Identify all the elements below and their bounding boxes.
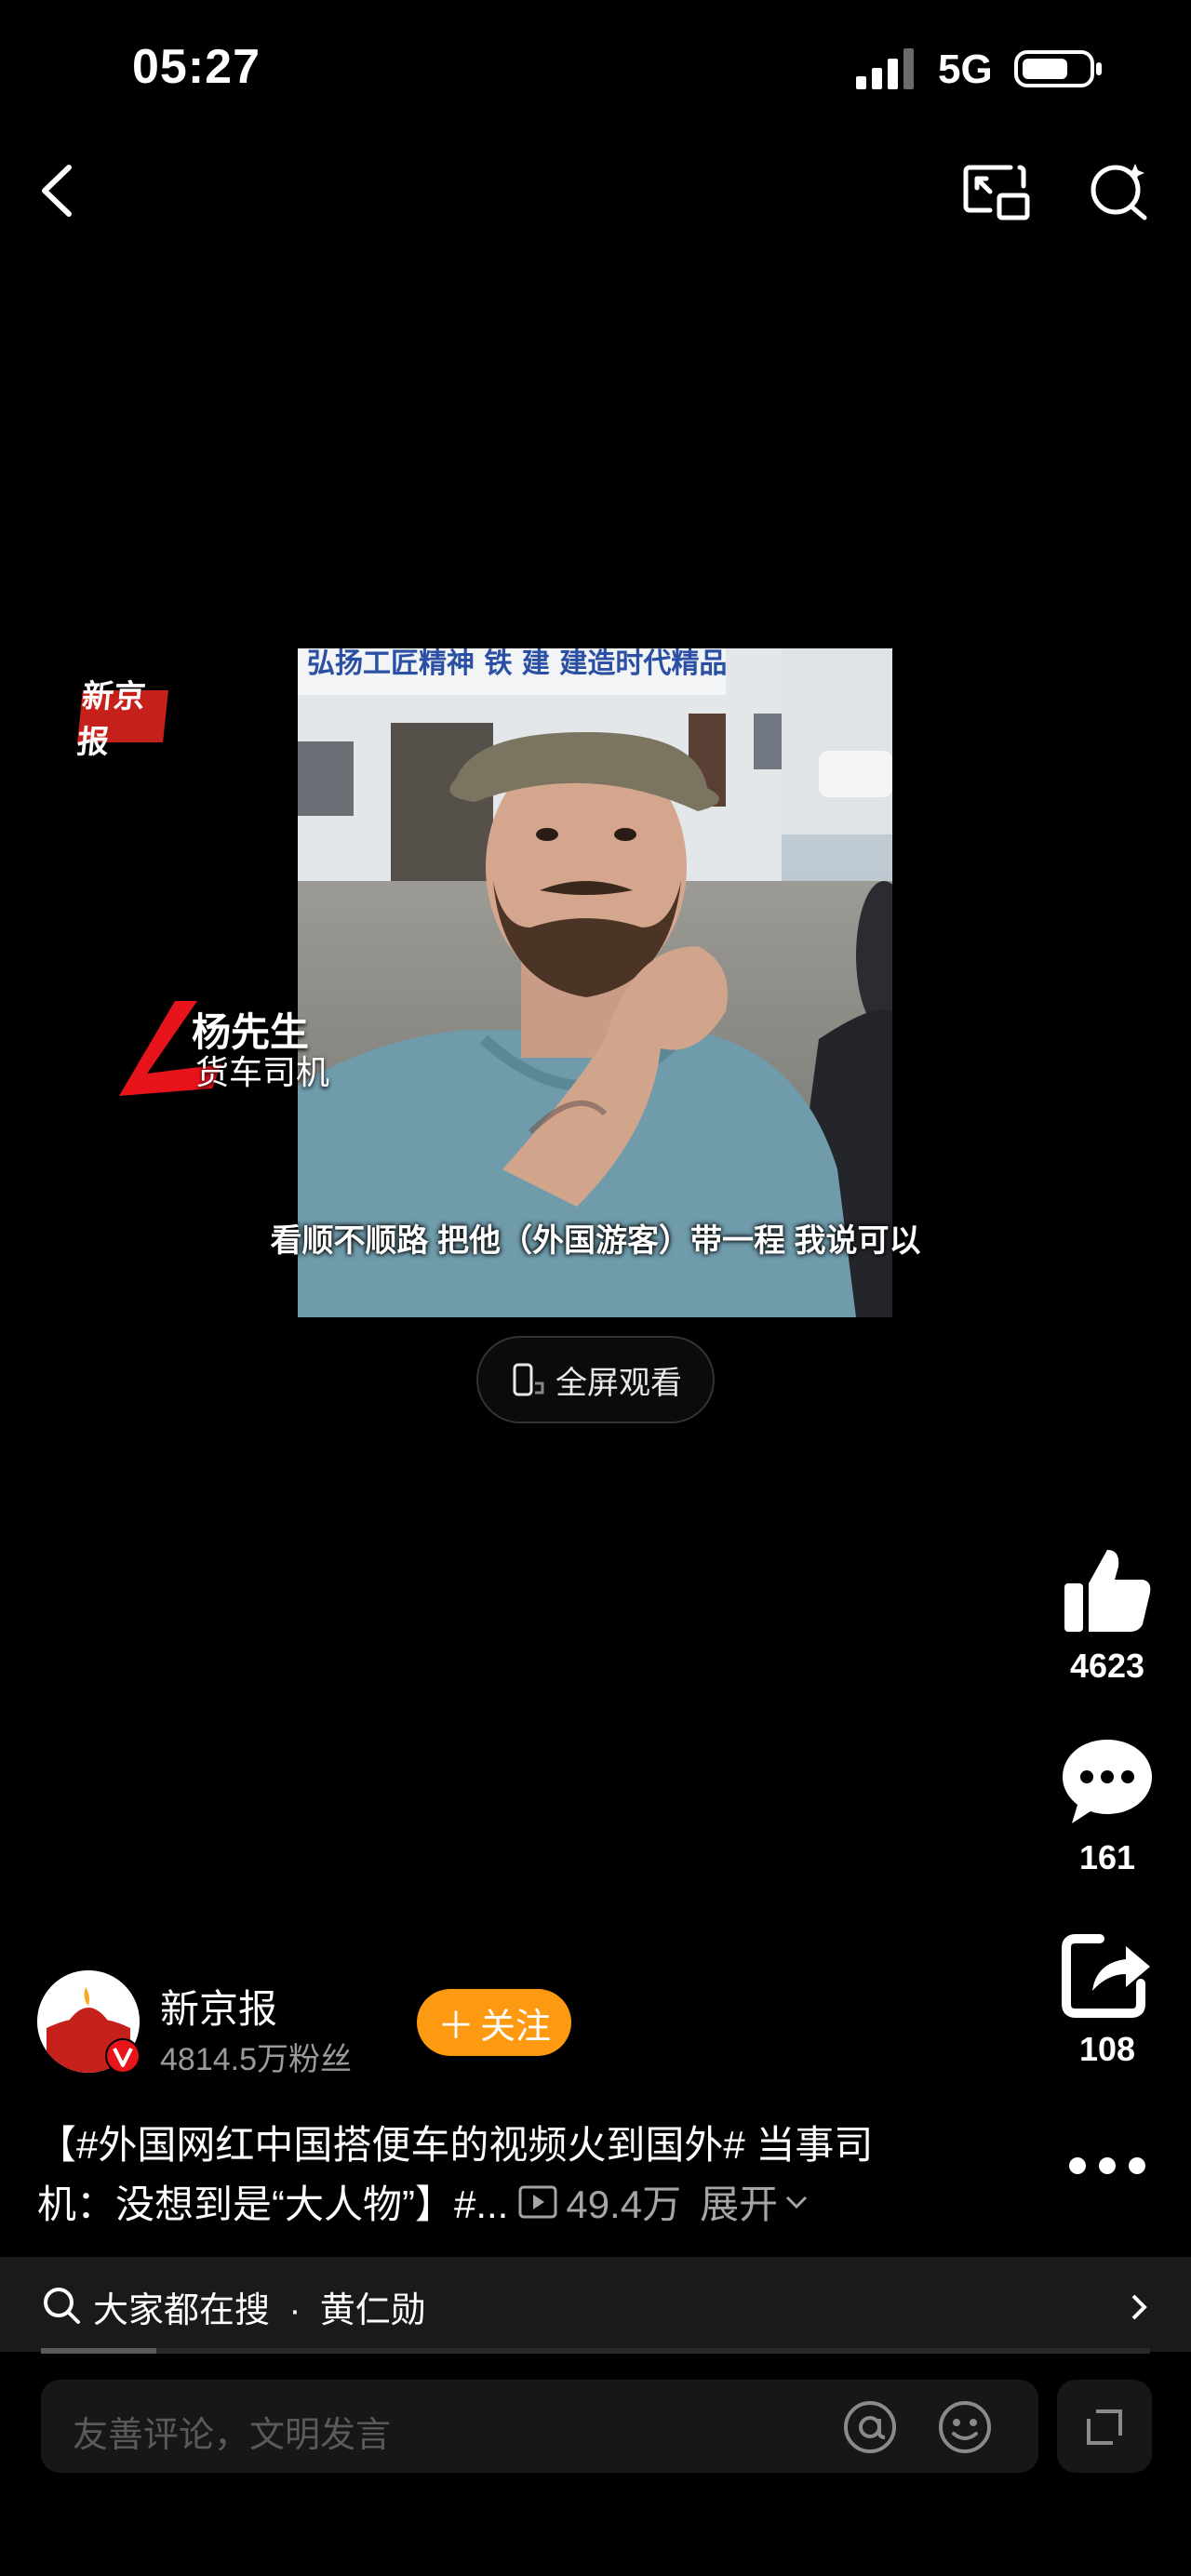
author-followers: 4814.5万粉丝 bbox=[160, 2042, 352, 2077]
comment-count: 161 bbox=[1078, 1838, 1136, 1876]
more-icon[interactable] bbox=[1068, 2155, 1146, 2177]
plus-icon: ＋ bbox=[436, 2006, 475, 2047]
play-count: 49.4万 bbox=[566, 2182, 682, 2226]
back-icon[interactable] bbox=[33, 158, 86, 223]
search-icon[interactable] bbox=[1087, 158, 1152, 223]
rotate-phone-icon bbox=[513, 1363, 544, 1396]
video-subtitle: 看顺不顺路 把他（外国游客）带一程 我说可以 bbox=[270, 1223, 921, 1259]
at-icon[interactable] bbox=[841, 2398, 899, 2456]
hot-search-progress-track bbox=[41, 2348, 1150, 2354]
expand-icon bbox=[1087, 2409, 1122, 2445]
news-logo-badge: 新京报 bbox=[75, 678, 168, 761]
like-count: 4623 bbox=[1069, 1647, 1145, 1685]
hot-search-prefix: 大家都在搜 bbox=[93, 2291, 271, 2330]
signal-icon bbox=[856, 48, 914, 89]
chevron-down-icon bbox=[786, 2196, 808, 2209]
play-count-icon bbox=[518, 2185, 557, 2218]
background-banner-text: 弘扬工匠精神 铁 建 建造时代精品 bbox=[307, 648, 727, 680]
hot-search-progress bbox=[41, 2348, 156, 2354]
share-count: 108 bbox=[1078, 2030, 1136, 2068]
emoji-icon[interactable] bbox=[936, 2398, 994, 2456]
pip-icon[interactable] bbox=[962, 158, 1033, 223]
status-time: 05:27 bbox=[132, 40, 261, 94]
share-icon[interactable] bbox=[1059, 1926, 1156, 2022]
expand-description-button[interactable]: 展开 bbox=[700, 2173, 778, 2230]
fullscreen-button[interactable]: 全屏观看 bbox=[476, 1336, 715, 1423]
hot-search-text[interactable]: 大家都在搜 · 黄仁勋 bbox=[93, 2281, 426, 2332]
comment-input-placeholder[interactable]: 友善评论，文明发言 bbox=[73, 2406, 391, 2457]
battery-icon bbox=[1014, 50, 1102, 87]
follow-button[interactable]: ＋ 关注 bbox=[417, 1989, 571, 2056]
video-description-text: 机：没想到是“大人物”】#... bbox=[37, 2182, 509, 2226]
video-description-line2[interactable]: 机：没想到是“大人物”】#... 49.4万 展开 bbox=[37, 2173, 810, 2230]
hot-search-dot: · bbox=[288, 2291, 301, 2330]
like-icon[interactable] bbox=[1059, 1542, 1156, 1639]
video-description-line1[interactable]: 【#外国网红中国搭便车的视频火到国外# 当事司 bbox=[37, 2114, 873, 2170]
hot-search-icon bbox=[44, 2288, 80, 2324]
network-label: 5G bbox=[938, 47, 993, 92]
author-name[interactable]: 新京报 bbox=[160, 1978, 277, 2035]
fullscreen-label: 全屏观看 bbox=[555, 1365, 682, 1401]
hot-search-term: 黄仁勋 bbox=[319, 2291, 426, 2330]
comment-icon[interactable] bbox=[1059, 1734, 1156, 1831]
follow-label: 关注 bbox=[479, 2007, 551, 2047]
chevron-right-icon[interactable] bbox=[1128, 2290, 1150, 2324]
lower-third-role: 货车司机 bbox=[195, 1053, 330, 1091]
verified-badge-icon bbox=[105, 2038, 141, 2074]
